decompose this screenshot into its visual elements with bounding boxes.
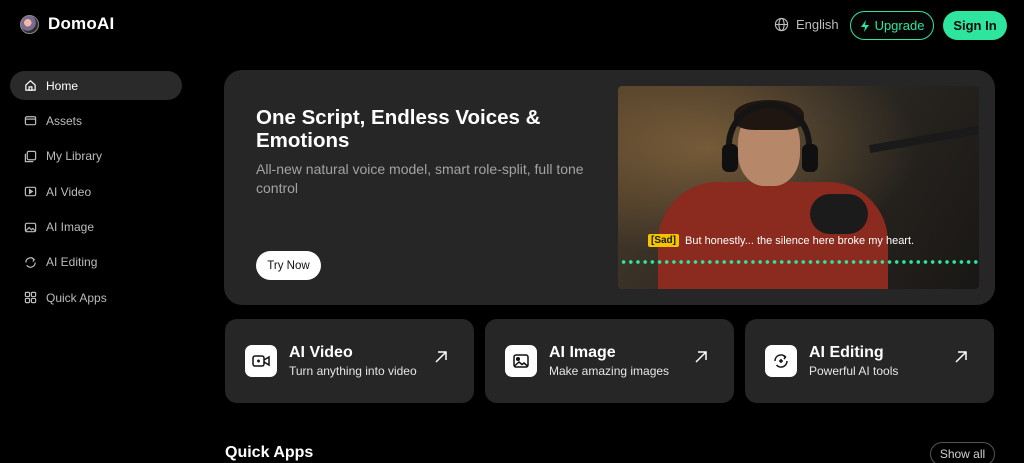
sidebar-item-label: AI Editing [46,255,98,270]
try-now-button[interactable]: Try Now [256,251,321,280]
hero-banner: One Script, Endless Voices & Emotions Al… [224,70,995,305]
card-ai-video[interactable]: AI Video Turn anything into video [225,319,474,403]
sidebar-item-my-library[interactable]: My Library [10,142,182,171]
library-icon [24,150,37,162]
sidebar-item-label: My Library [46,149,103,164]
brand-name: DomoAI [48,14,115,33]
waveform-dots [620,259,978,265]
apps-icon [24,292,37,304]
caption-text: But honestly... the silence here broke m… [685,234,915,247]
sidebar-item-ai-image[interactable]: AI Image [10,213,182,242]
language-label: English [796,17,839,32]
logo-icon [20,14,39,34]
sidebar-item-label: AI Video [46,184,92,199]
sidebar-item-quick-apps[interactable]: Quick Apps [10,283,182,312]
video-camera-icon [245,345,277,377]
sidebar-item-label: Quick Apps [46,290,107,305]
sidebar-item-ai-editing[interactable]: AI Editing [10,248,182,277]
show-all-button[interactable]: Show all [930,442,995,463]
language-selector[interactable]: English [774,17,839,32]
hero-subtitle: All-new natural voice model, smart role-… [256,161,584,196]
sidebar-item-label: Assets [46,113,83,128]
sidebar-item-label: AI Image [46,220,95,235]
card-subtitle: Make amazing images [549,364,670,378]
card-ai-image[interactable]: AI Image Make amazing images [485,319,734,403]
upgrade-button[interactable]: Upgrade [850,11,934,40]
brand-logo[interactable]: DomoAI [20,14,114,34]
hero-title: One Script, Endless Voices & Emotions [256,106,541,152]
sidebar-item-home[interactable]: Home [10,71,182,100]
home-icon [25,80,36,91]
card-subtitle: Turn anything into video [289,364,417,378]
picture-icon [505,345,537,377]
globe-icon [774,17,789,32]
sparkle-icon [860,19,869,32]
arrow-up-right-icon [955,351,967,363]
voice-caption: [Sad] But honestly... the silence here b… [648,234,914,247]
upgrade-label: Upgrade [874,18,925,33]
quick-apps-heading: Quick Apps [225,444,314,461]
emotion-tag: [Sad] [648,234,679,247]
card-title: AI Editing [809,344,884,361]
hero-image[interactable]: [Sad] But honestly... the silence here b… [618,86,979,289]
signin-button[interactable]: Sign In [943,11,1007,40]
video-icon [24,186,37,197]
card-subtitle: Powerful AI tools [809,364,899,378]
card-ai-editing[interactable]: AI Editing Powerful AI tools [745,319,994,403]
editing-icon [25,257,36,268]
microphone-icon [810,194,868,234]
sidebar-item-label: Home [46,78,79,93]
card-title: AI Image [549,344,616,361]
sidebar-item-ai-video[interactable]: AI Video [10,177,182,206]
image-icon [24,222,37,232]
sidebar: Home Assets My Library AI Video AI Image… [10,71,182,319]
assets-icon [24,116,37,126]
card-title: AI Video [289,344,353,361]
arrow-up-right-icon [695,351,707,363]
sidebar-item-assets[interactable]: Assets [10,106,182,135]
arrow-up-right-icon [435,351,447,363]
magic-edit-icon [765,345,797,377]
